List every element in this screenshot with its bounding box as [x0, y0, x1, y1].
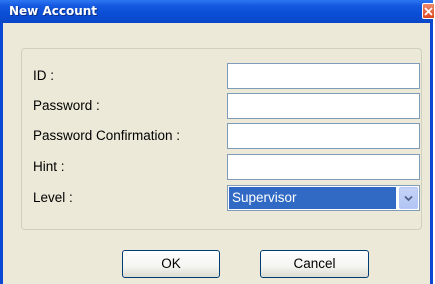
id-field[interactable]: [227, 63, 420, 89]
close-button[interactable]: [422, 3, 434, 19]
close-icon: [424, 7, 433, 16]
account-fields-group: ID : Password : Password Confirmation : …: [21, 48, 422, 230]
level-dropdown-button[interactable]: [399, 187, 418, 209]
cancel-button[interactable]: Cancel: [260, 250, 369, 278]
password-confirmation-field[interactable]: [227, 123, 420, 149]
hint-field[interactable]: [227, 154, 420, 180]
ok-button[interactable]: OK: [122, 250, 220, 278]
id-label: ID :: [33, 68, 55, 83]
level-selected-value: Supervisor: [229, 187, 396, 209]
password-field[interactable]: [227, 93, 420, 119]
chevron-down-icon: [404, 195, 413, 202]
password-label: Password :: [33, 98, 100, 113]
level-select[interactable]: Supervisor: [227, 185, 420, 211]
level-label: Level :: [33, 190, 73, 205]
new-account-dialog: New Account ID : Password : Password Con…: [0, 0, 434, 284]
title-bar[interactable]: New Account: [0, 0, 434, 23]
password-confirmation-label: Password Confirmation :: [33, 128, 181, 143]
dialog-title: New Account: [9, 4, 98, 18]
hint-label: Hint :: [33, 159, 65, 174]
